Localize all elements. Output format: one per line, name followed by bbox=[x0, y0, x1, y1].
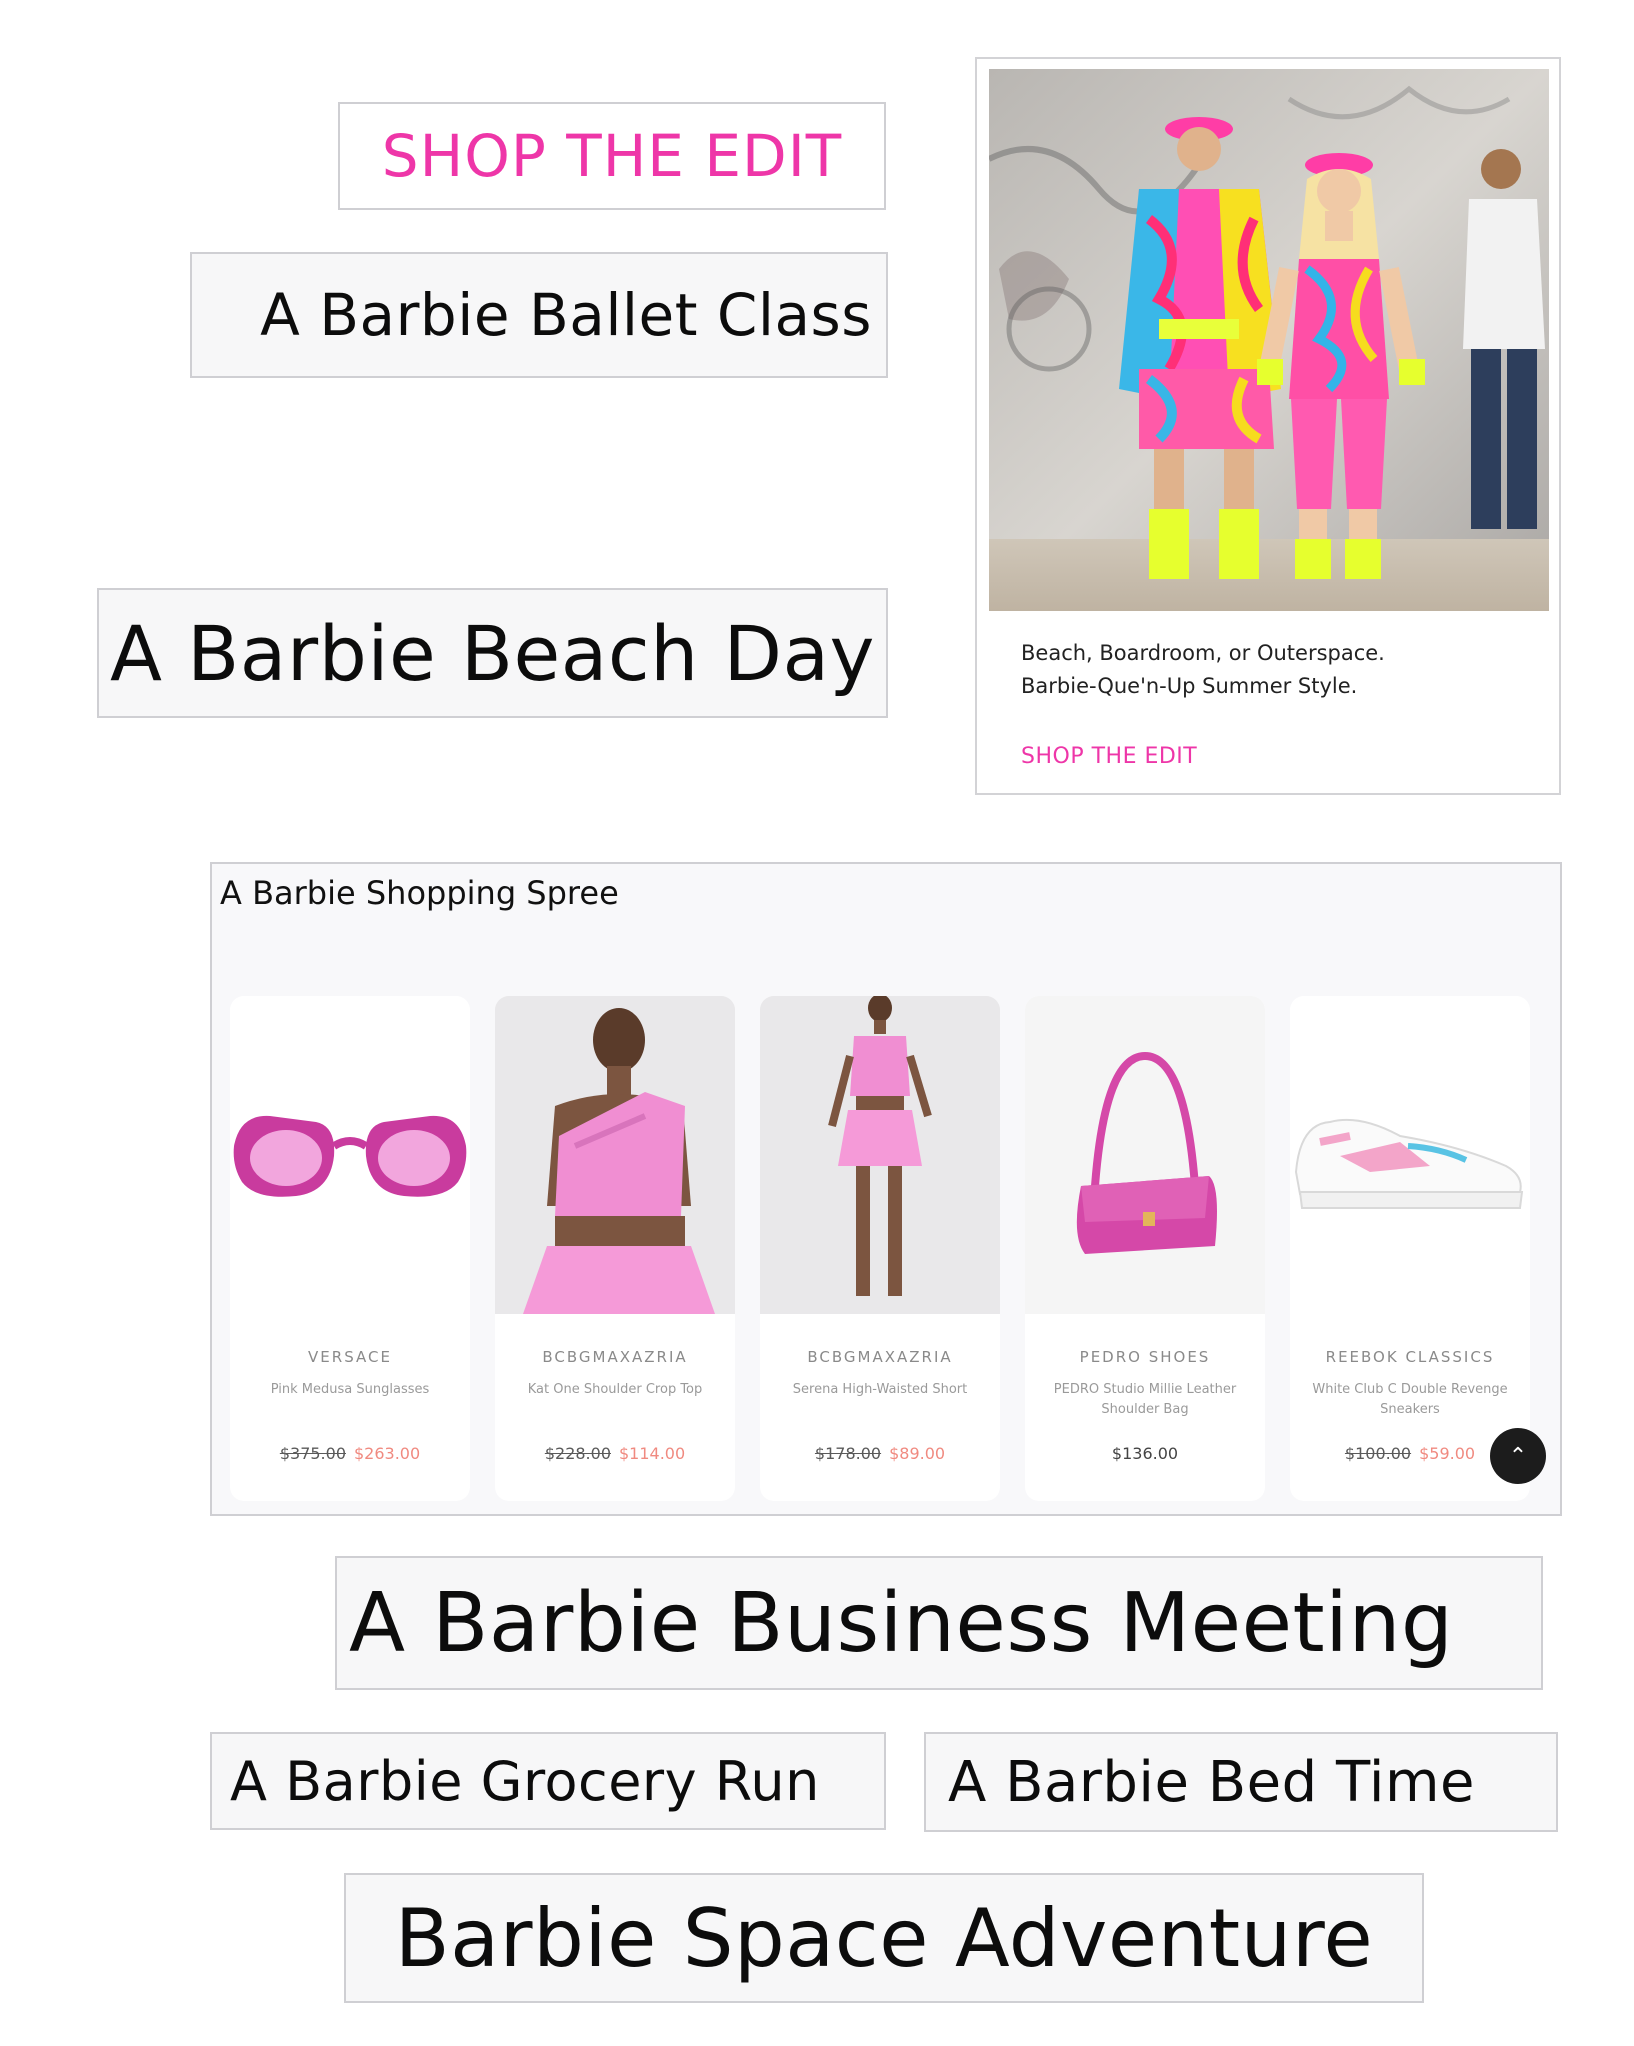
shopping-spree-title: A Barbie Shopping Spree bbox=[220, 874, 619, 912]
promo-caption: Beach, Boardroom, or Outerspace. Barbie-… bbox=[1021, 637, 1521, 703]
bed-time-label: A Barbie Bed Time bbox=[948, 1749, 1475, 1815]
ballet-class-label: A Barbie Ballet Class bbox=[260, 281, 872, 349]
promo-caption-line-1: Beach, Boardroom, or Outerspace. bbox=[1021, 641, 1385, 665]
sale-price: $263.00 bbox=[354, 1444, 421, 1463]
bed-time-banner[interactable]: A Barbie Bed Time bbox=[924, 1732, 1558, 1832]
shop-the-edit-button[interactable]: SHOP THE EDIT bbox=[338, 102, 886, 210]
promo-card[interactable]: Beach, Boardroom, or Outerspace. Barbie-… bbox=[975, 57, 1561, 795]
sneakers-image bbox=[1290, 996, 1530, 1314]
promo-caption-line-2: Barbie-Que'n-Up Summer Style. bbox=[1021, 674, 1358, 698]
product-name: PEDRO Studio Millie Leather Shoulder Bag bbox=[1053, 1382, 1237, 1417]
product-brand: BCBGMAXAZRIA bbox=[807, 1348, 953, 1366]
original-price: $100.00 bbox=[1344, 1444, 1412, 1463]
product-name: White Club C Double Revenge Sneakers bbox=[1312, 1382, 1508, 1417]
original-price: $178.00 bbox=[814, 1444, 882, 1463]
product-brand: BCBGMAXAZRIA bbox=[542, 1348, 688, 1366]
shopping-spree-panel: A Barbie Shopping Spree VERSACE Pink Med… bbox=[210, 862, 1562, 1516]
product-name: Pink Medusa Sunglasses bbox=[270, 1382, 430, 1397]
product-card[interactable]: REEBOK CLASSICS White Club C Double Reve… bbox=[1290, 996, 1530, 1501]
promo-photo bbox=[989, 69, 1549, 611]
business-meeting-banner[interactable]: A Barbie Business Meeting bbox=[335, 1556, 1543, 1690]
product-brand: REEBOK CLASSICS bbox=[1325, 1348, 1495, 1366]
space-adventure-banner[interactable]: Barbie Space Adventure bbox=[344, 1873, 1424, 2003]
grocery-run-label: A Barbie Grocery Run bbox=[230, 1749, 820, 1813]
scroll-to-top-button[interactable]: ⌃ bbox=[1490, 1428, 1546, 1484]
business-meeting-label: A Barbie Business Meeting bbox=[349, 1575, 1454, 1671]
shoulder-bag-image bbox=[1025, 996, 1265, 1314]
sale-price: $114.00 bbox=[619, 1444, 686, 1463]
chevron-up-icon: ⌃ bbox=[1508, 1443, 1528, 1469]
beach-day-banner[interactable]: A Barbie Beach Day bbox=[97, 588, 888, 718]
shorts-image bbox=[760, 996, 1000, 1314]
shop-the-edit-label: SHOP THE EDIT bbox=[381, 122, 843, 190]
sale-price: $59.00 bbox=[1419, 1444, 1476, 1463]
original-price: $228.00 bbox=[544, 1444, 611, 1463]
product-price: $228.00 $114.00 bbox=[495, 1444, 735, 1463]
product-price: $375.00 $263.00 bbox=[230, 1444, 470, 1463]
crop-top-image bbox=[495, 996, 735, 1314]
space-adventure-label: Barbie Space Adventure bbox=[394, 1891, 1374, 1985]
product-brand: PEDRO SHOES bbox=[1079, 1348, 1211, 1366]
sunglasses-image bbox=[230, 996, 470, 1314]
grocery-run-banner[interactable]: A Barbie Grocery Run bbox=[210, 1732, 886, 1830]
original-price: $375.00 bbox=[279, 1444, 346, 1463]
product-card[interactable]: VERSACE Pink Medusa Sunglasses $375.00 $2… bbox=[230, 996, 470, 1501]
sale-price: $89.00 bbox=[889, 1444, 946, 1463]
product-name: Serena High-Waisted Short bbox=[792, 1382, 968, 1397]
product-card[interactable]: PEDRO SHOES PEDRO Studio Millie Leather … bbox=[1025, 996, 1265, 1501]
beach-day-label: A Barbie Beach Day bbox=[109, 608, 876, 698]
product-price: $136.00 bbox=[1025, 1444, 1265, 1463]
promo-shop-the-edit-link[interactable]: SHOP THE EDIT bbox=[1021, 744, 1197, 769]
product-brand: VERSACE bbox=[308, 1348, 392, 1366]
regular-price: $136.00 bbox=[1111, 1444, 1179, 1463]
product-card[interactable]: BCBGMAXAZRIA Serena High-Waisted Short $… bbox=[760, 996, 1000, 1501]
product-price: $178.00 $89.00 bbox=[760, 1444, 1000, 1463]
ballet-class-banner[interactable]: A Barbie Ballet Class bbox=[190, 252, 888, 378]
product-card[interactable]: BCBGMAXAZRIA Kat One Shoulder Crop Top $… bbox=[495, 996, 735, 1501]
product-name: Kat One Shoulder Crop Top bbox=[527, 1382, 703, 1397]
